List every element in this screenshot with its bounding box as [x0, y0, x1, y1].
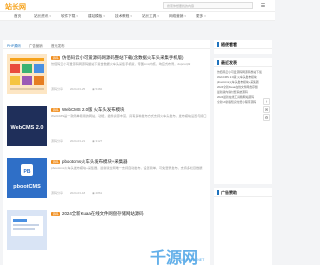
widget-title: 最近发表	[221, 60, 237, 65]
thumbnail-logo: PB	[24, 169, 31, 175]
tab-php-source[interactable]: PHP源码	[7, 43, 21, 48]
eye-icon: ◉	[92, 139, 95, 143]
article-views: 2861	[95, 191, 103, 195]
article-author[interactable]: 源码分享	[51, 139, 63, 143]
article-views: 5482	[95, 87, 103, 91]
article-views: 3127	[95, 139, 103, 143]
top-bar: 站长网 搜索你想要找的内容 ☰	[0, 0, 275, 12]
article-title[interactable]: 源码 pbootcms火车头发布模块+采集器	[51, 159, 207, 165]
category-tabs: PHP源码 广告营销 首元发布	[3, 40, 210, 49]
nav-item-marketing[interactable]: 网络营销▾	[169, 14, 186, 19]
article-title[interactable]: 源码 仿佰码云小可爱源码网源码整站下载(含数据火车头采集手机版)	[51, 55, 207, 61]
article-item[interactable]: WebCMS 2.0 源码 WebCMS 2.0版 火车头发布模块 WebCMS是…	[7, 106, 207, 156]
search-input[interactable]: 搜索你想要找的内容	[163, 2, 253, 9]
watermark-sub: QIANYUAN.NET	[178, 258, 205, 262]
site-logo[interactable]: 站长网	[5, 2, 26, 12]
spacer-band	[0, 22, 275, 34]
category-tag[interactable]: 源码	[51, 211, 61, 216]
article-meta: 源码分享 2024-03-21 ◉ 3127	[51, 139, 207, 143]
nav-item-more[interactable]: 更多▾	[196, 14, 206, 19]
widget-header: 广告赞助	[214, 188, 272, 197]
accent-bar	[217, 190, 219, 195]
category-tag[interactable]: 源码	[51, 159, 61, 164]
widget-random: 随便看看	[214, 40, 272, 54]
eye-icon: ◉	[92, 87, 95, 91]
tab-first-release[interactable]: 首元发布	[51, 43, 65, 48]
nav-item-tools[interactable]: 站长工具▾	[142, 14, 159, 19]
widget-title: 广告赞助	[221, 190, 237, 195]
article-item[interactable]: 源码 仿佰码云小可爱源码网源码整站下载(含数据火车头采集手机版) 仿佰码云小可爱源…	[7, 54, 207, 104]
tab-ad-marketing[interactable]: 广告营销	[29, 43, 43, 48]
article-excerpt: pbootcms火车头发布模块+采集器，最新版全网唯一支持自动发布，设置简单，可…	[51, 166, 203, 170]
article-excerpt: 仿佰码云小可爱源码网源码整站下载含数据火车头采集手机版，帝国cms内核，响应式布…	[51, 62, 191, 66]
widget-ads: 广告赞助	[214, 188, 272, 265]
nav-item-software[interactable]: 软件下载▾	[61, 14, 78, 19]
widget-recent-posts: 最近发表 仿佰码云小可爱源码网源码整站下载 WebCMS 2.0版 火车头发布模…	[214, 58, 272, 184]
article-thumbnail[interactable]: WebCMS 2.0	[7, 106, 47, 146]
widget-header: 最近发表	[214, 58, 272, 67]
menu-icon[interactable]: ☰	[259, 3, 267, 9]
main-nav: 首页 站长资讯▾ 软件下载▾ 建站模板▾ 技术教程▾ 站长工具▾ 网络营销▾ 更…	[0, 12, 275, 21]
nav-item-tutorials[interactable]: 技术教程▾	[115, 14, 132, 19]
nav-item-templates[interactable]: 建站模板▾	[88, 14, 105, 19]
article-excerpt: WebCMS是一款简单易用的网站，功能，插件资源丰富，具有多种发布方式支持火车头…	[51, 114, 207, 118]
category-tag[interactable]: 源码	[51, 107, 61, 112]
article-date: 2024-03-25	[69, 87, 86, 91]
article-thumbnail[interactable]	[7, 210, 47, 250]
article-author[interactable]: 源码分享	[51, 191, 63, 195]
article-meta: 源码分享 2024-03-25 ◉ 5482	[51, 87, 207, 91]
article-title[interactable]: 源码 2024全新Kuaa在线文件网盘存储网站源码	[51, 211, 207, 217]
eye-icon: ◉	[92, 191, 95, 195]
thumbnail-label: WebCMS 2.0	[11, 125, 44, 131]
accent-bar	[217, 42, 219, 47]
contact-button[interactable]: ✉	[263, 106, 270, 113]
widget-header: 随便看看	[214, 40, 272, 49]
back-to-top-button[interactable]: ↑	[263, 98, 270, 105]
widget-title: 随便看看	[221, 42, 237, 47]
article-author[interactable]: 源码分享	[51, 87, 63, 91]
settings-button[interactable]: ⚙	[263, 114, 270, 121]
article-title[interactable]: 源码 WebCMS 2.0版 火车头发布模块	[51, 107, 207, 113]
article-meta: 源码分享 2024-03-18 ◉ 2861	[51, 191, 207, 195]
nav-item-home[interactable]: 首页	[14, 14, 21, 19]
article-list: PHP源码 广告营销 首元发布 源码 仿佰码云小可爱源码网源码整站下载(含数据火车…	[3, 40, 210, 265]
article-date: 2024-03-18	[69, 191, 86, 195]
category-tag[interactable]: 源码	[51, 55, 61, 60]
article-thumbnail[interactable]: PB pbootCMS	[7, 158, 47, 198]
article-item[interactable]: PB pbootCMS 源码 pbootcms火车头发布模块+采集器 pbootc…	[7, 158, 207, 208]
article-date: 2024-03-21	[69, 139, 86, 143]
article-thumbnail[interactable]	[7, 54, 47, 94]
thumbnail-label: pbootCMS	[13, 184, 41, 190]
nav-item-news[interactable]: 站长资讯▾	[34, 14, 51, 19]
accent-bar	[217, 60, 219, 65]
